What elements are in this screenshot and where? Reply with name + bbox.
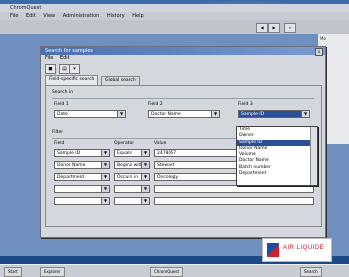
field3-value: Sample ID xyxy=(241,112,265,117)
tab-field-specific-search[interactable]: Field-specific search xyxy=(45,75,99,85)
app-toolbar: ◀ ▶ ⌕ xyxy=(0,20,349,35)
taskbar: Start Explorer ChromQuest Search xyxy=(0,264,349,277)
chevron-down-icon[interactable]: ▼ xyxy=(101,174,109,180)
filter-field-value: Sample ID xyxy=(57,151,81,156)
chevron-down-icon[interactable]: ▼ xyxy=(101,186,109,192)
filter-operator-value: Equals xyxy=(117,151,132,156)
chevron-down-icon[interactable]: ▼ xyxy=(301,111,309,117)
filter-operator-select[interactable]: Occurs in ▼ xyxy=(114,173,150,181)
chevron-down-icon[interactable]: ▼ xyxy=(101,150,109,156)
filter-field-value: Donor Name xyxy=(57,163,86,168)
field1-label: Field 1 xyxy=(54,102,69,107)
field3-select[interactable]: Sample ID ▼ xyxy=(238,110,310,118)
chevron-down-icon[interactable]: ▼ xyxy=(141,186,149,192)
filter-operator-select[interactable]: Begins with ▼ xyxy=(114,161,150,169)
field3-dropdown-list: Time Owner Sample ID Donor Name Volume D… xyxy=(236,126,318,186)
menu-help[interactable]: Help xyxy=(132,13,143,19)
menu-administration[interactable]: Administration xyxy=(63,13,100,19)
logo-text: AIR LIQUIDE xyxy=(283,245,325,251)
field1-select[interactable]: Date ▼ xyxy=(54,110,126,118)
dropdown-option[interactable]: Department xyxy=(237,171,317,177)
filter-value-input[interactable] xyxy=(154,197,314,205)
filter-operator-value: Begins with xyxy=(117,163,144,168)
filter-field-select[interactable]: Sample ID ▼ xyxy=(54,149,110,157)
filter-operator-select[interactable]: ▼ xyxy=(114,197,150,205)
dialog-toolbar: ◼ ▤ ▾ xyxy=(41,62,325,74)
filter-field-select[interactable]: Department ▼ xyxy=(54,173,110,181)
chevron-down-icon[interactable]: ▼ xyxy=(101,162,109,168)
divider xyxy=(52,98,314,99)
filter-operator-value: Occurs in xyxy=(117,175,139,180)
search-in-label: Search in xyxy=(52,90,73,95)
search-icon[interactable]: ⌕ xyxy=(284,23,296,33)
menu-view[interactable]: View xyxy=(43,13,55,19)
dialog-menu-edit[interactable]: Edit xyxy=(60,55,70,61)
dialog-title: Search for samples xyxy=(45,48,94,54)
menu-edit[interactable]: Edit xyxy=(26,13,36,19)
menu-history[interactable]: History xyxy=(107,13,125,19)
filter-field-select[interactable]: ▼ xyxy=(54,197,110,205)
chevron-down-icon[interactable]: ▼ xyxy=(141,162,149,168)
filter-field-value: Department xyxy=(57,175,85,180)
new-search-icon[interactable]: ◼ xyxy=(45,64,56,74)
dropdown-scrollbar[interactable] xyxy=(310,127,317,185)
app-menubar: File Edit View Administration History He… xyxy=(0,12,349,20)
chevron-down-icon[interactable]: ▼ xyxy=(141,174,149,180)
app-title: ChromQuest xyxy=(10,5,42,11)
field1-value: Date xyxy=(57,112,68,117)
tab-global-search[interactable]: Global search xyxy=(101,76,140,85)
dialog-menubar: File Edit xyxy=(41,55,325,62)
chevron-down-icon[interactable]: ▼ xyxy=(141,150,149,156)
dialog-titlebar: Search for samples x xyxy=(41,47,325,56)
dialog-tabs: Field-specific search Global search xyxy=(45,74,325,85)
filter-value-input[interactable] xyxy=(154,185,314,193)
field2-value: Doctor Name xyxy=(151,112,181,117)
dialog-menu-file[interactable]: File xyxy=(45,55,53,61)
filter-field-select[interactable]: ▼ xyxy=(54,185,110,193)
filter-col-field: Field xyxy=(54,141,65,146)
filter-operator-select[interactable]: ▼ xyxy=(114,185,150,193)
chevron-down-icon[interactable]: ▼ xyxy=(117,111,125,117)
filter-icon[interactable]: ▾ xyxy=(69,64,80,74)
air-liquide-logo-mark xyxy=(267,243,279,257)
field3-label: Field 3 xyxy=(238,102,253,107)
filter-field-select[interactable]: Donor Name ▼ xyxy=(54,161,110,169)
air-liquide-logo: AIR LIQUIDE xyxy=(262,238,332,262)
close-icon[interactable]: x xyxy=(315,48,323,56)
chevron-down-icon[interactable]: ▼ xyxy=(141,198,149,204)
field2-label: Field 2 xyxy=(148,102,163,107)
chevron-down-icon[interactable]: ▼ xyxy=(211,111,219,117)
filter-operator-select[interactable]: Equals ▼ xyxy=(114,149,150,157)
chevron-down-icon[interactable]: ▼ xyxy=(101,198,109,204)
filter-label: Filter xyxy=(52,130,64,135)
filter-col-value: Value xyxy=(154,141,167,146)
nav-back-icon[interactable]: ◀ xyxy=(256,23,268,33)
app-titlebar: ChromQuest xyxy=(0,4,349,12)
right-panel-item[interactable]: Mo xyxy=(320,36,347,41)
menu-file[interactable]: File xyxy=(10,13,18,19)
filter-col-operator: Operator xyxy=(114,141,135,146)
nav-forward-icon[interactable]: ▶ xyxy=(268,23,280,33)
field2-select[interactable]: Doctor Name ▼ xyxy=(148,110,220,118)
